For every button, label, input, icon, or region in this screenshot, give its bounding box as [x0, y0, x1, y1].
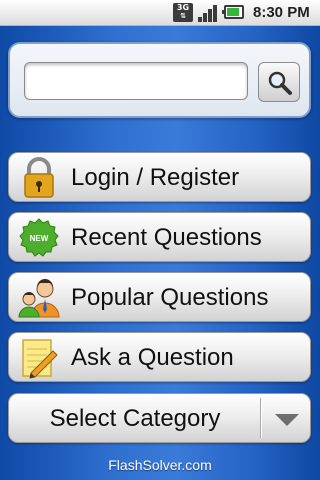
signal-icon — [198, 4, 220, 22]
status-time: 8:30 PM — [253, 4, 310, 21]
new-badge-text: NEW — [30, 234, 49, 243]
popular-questions-button[interactable]: Popular Questions — [8, 272, 311, 322]
status-bar: 3G ⇅ 8:30 PM — [0, 0, 320, 26]
users-icon — [18, 279, 60, 318]
network-type-label: 3G — [176, 3, 190, 12]
search-icon — [268, 71, 292, 95]
select-category-label: Select Category — [49, 405, 221, 432]
dropdown-arrow-icon[interactable] — [275, 414, 299, 426]
battery-icon — [222, 5, 244, 19]
notepad-icon — [22, 339, 58, 379]
ask-question-label: Ask a Question — [71, 344, 234, 371]
search-button[interactable] — [258, 62, 300, 102]
recent-questions-label: Recent Questions — [71, 224, 262, 251]
select-category-dropdown[interactable]: Select Category — [8, 393, 311, 443]
popular-questions-label: Popular Questions — [71, 284, 269, 311]
lock-icon — [24, 157, 54, 198]
recent-questions-button[interactable]: NEW Recent Questions — [8, 212, 311, 262]
search-input[interactable] — [24, 62, 248, 100]
3g-icon: 3G ⇅ — [173, 3, 193, 22]
search-panel — [8, 42, 311, 118]
dropdown-divider — [260, 398, 262, 438]
footer-site-name: FlashSolver.com — [108, 457, 212, 473]
login-register-label: Login / Register — [71, 164, 240, 191]
login-register-button[interactable]: Login / Register — [8, 152, 311, 202]
new-badge-icon: NEW — [19, 218, 59, 257]
ask-question-button[interactable]: Ask a Question — [8, 332, 311, 382]
